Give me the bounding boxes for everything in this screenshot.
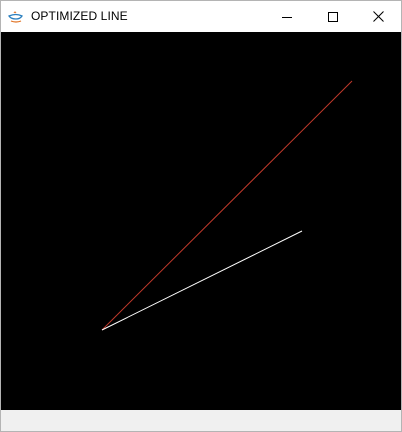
minimize-icon <box>282 12 292 22</box>
white-line <box>101 230 303 331</box>
maximize-button[interactable] <box>310 1 356 32</box>
drawing-canvas[interactable] <box>1 32 401 410</box>
java-coffee-cup-icon[interactable] <box>8 10 24 23</box>
close-button[interactable] <box>355 1 401 32</box>
title-bar[interactable]: OPTIMIZED LINE <box>1 1 401 32</box>
maximize-icon <box>328 11 338 22</box>
window-title: OPTIMIZED LINE <box>31 9 128 23</box>
red-line <box>101 80 353 331</box>
window-bottom-strip <box>1 410 401 431</box>
close-icon <box>372 11 384 22</box>
app-window: OPTIMIZED LINE <box>0 0 402 432</box>
minimize-button[interactable] <box>264 1 310 32</box>
